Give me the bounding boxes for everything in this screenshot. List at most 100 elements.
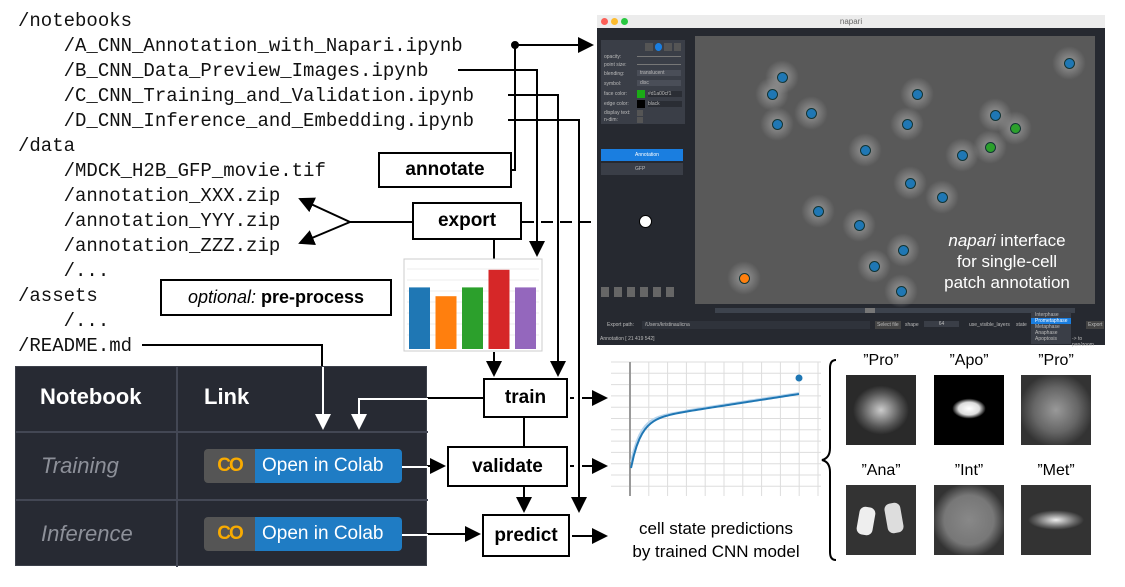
annotation-point[interactable] bbox=[772, 119, 783, 130]
training-curve-chart bbox=[611, 361, 821, 496]
annotation-point[interactable] bbox=[896, 286, 907, 297]
validate-label: validate bbox=[472, 455, 543, 477]
annotation-point[interactable] bbox=[767, 89, 778, 100]
bar bbox=[435, 296, 457, 349]
prediction-caption: cell state predictions by trained CNN mod… bbox=[605, 517, 827, 563]
preprocess-label: pre-process bbox=[261, 287, 365, 307]
edge-color-swatch[interactable] bbox=[637, 100, 645, 108]
face-color-input[interactable]: #d1a00cf1 bbox=[648, 91, 682, 97]
cell-patch-image bbox=[846, 375, 916, 445]
grid-icon[interactable] bbox=[653, 287, 661, 297]
annotation-point[interactable] bbox=[860, 145, 871, 156]
cell-patch-image bbox=[1021, 485, 1091, 555]
prediction-line2: by trained CNN model bbox=[632, 542, 800, 561]
layer-name: GFP bbox=[635, 166, 646, 172]
n-dim-checkbox[interactable] bbox=[637, 117, 643, 123]
annotation-point[interactable] bbox=[806, 108, 817, 119]
prediction-label: ”Met” bbox=[1037, 462, 1075, 479]
select-file-button[interactable]: Select file bbox=[875, 321, 901, 329]
console-icon[interactable] bbox=[601, 287, 609, 297]
state-dropdown[interactable]: Interphase Prometaphase Metaphase Anaphase A… bbox=[1031, 312, 1071, 344]
annotation-point[interactable] bbox=[813, 206, 824, 217]
caption-napari: napari bbox=[948, 231, 996, 250]
annotation-point[interactable] bbox=[1010, 123, 1021, 134]
export-path-input[interactable]: /Users/kristinaulicna bbox=[642, 321, 870, 329]
layer-annotation[interactable]: Annotation bbox=[601, 149, 683, 161]
layer-gfp[interactable]: GFP bbox=[601, 163, 683, 175]
annotation-point[interactable] bbox=[902, 119, 913, 130]
annotation-point[interactable] bbox=[1064, 58, 1075, 69]
shape-label: shape bbox=[905, 322, 919, 328]
roll-icon[interactable] bbox=[627, 287, 635, 297]
ndisplay-icon[interactable] bbox=[614, 287, 622, 297]
add-point-icon[interactable] bbox=[654, 43, 662, 51]
bar bbox=[515, 287, 536, 349]
opacity-label: opacity: bbox=[604, 54, 622, 60]
cell-patch-image bbox=[1021, 375, 1091, 445]
annotation-point[interactable] bbox=[905, 178, 916, 189]
preview-bar-chart bbox=[403, 258, 543, 352]
status-hint: -> to pan/zoom bbox=[1072, 336, 1094, 348]
final-point bbox=[795, 374, 803, 382]
symbol-label: symbol: bbox=[604, 81, 622, 87]
annotation-point[interactable] bbox=[985, 142, 996, 153]
annotation-point[interactable] bbox=[957, 150, 968, 161]
prediction-label: ”Apo” bbox=[949, 352, 989, 369]
annotation-point[interactable] bbox=[898, 245, 909, 256]
cell-patch-image bbox=[934, 485, 1004, 555]
face-color-swatch[interactable] bbox=[637, 90, 645, 98]
transpose-icon[interactable] bbox=[640, 287, 648, 297]
display-text-label: display text: bbox=[604, 110, 631, 116]
state-option[interactable]: Apoptosis bbox=[1031, 336, 1071, 342]
frame-slider[interactable] bbox=[715, 308, 1075, 313]
annotation-point[interactable] bbox=[854, 220, 865, 231]
export-label: export bbox=[437, 210, 497, 231]
edge-color-input[interactable]: black bbox=[648, 101, 682, 107]
export-step: export bbox=[412, 202, 522, 240]
n-dim-label: n-dim: bbox=[604, 117, 618, 123]
zoom-button[interactable] bbox=[621, 18, 628, 25]
caption-interface: interface bbox=[995, 231, 1066, 250]
caption-line3: patch annotation bbox=[944, 273, 1070, 292]
blending-label: blending: bbox=[604, 71, 625, 77]
close-button[interactable] bbox=[601, 18, 608, 25]
export-button[interactable]: Export bbox=[1086, 321, 1105, 329]
predict-step: predict bbox=[482, 514, 570, 557]
status-bar: Annotation [ 21 419 542] bbox=[600, 336, 655, 342]
symbol-select[interactable]: disc bbox=[637, 80, 681, 86]
train-label: train bbox=[504, 387, 547, 408]
window-title: napari bbox=[839, 17, 863, 26]
opacity-slider[interactable] bbox=[637, 56, 681, 57]
annotation-point[interactable] bbox=[937, 192, 948, 203]
title-bar: napari bbox=[597, 15, 1105, 28]
point-size-slider[interactable] bbox=[637, 64, 681, 65]
point-size-label: point size: bbox=[604, 62, 627, 68]
select-icon[interactable] bbox=[664, 43, 672, 51]
bar bbox=[488, 269, 510, 349]
use-visible-layers-checkbox[interactable]: use_visible_layers bbox=[969, 322, 1010, 328]
annotate-label: annotate bbox=[405, 159, 485, 180]
prediction-line1: cell state predictions bbox=[638, 519, 794, 538]
blending-select[interactable]: translucent bbox=[637, 70, 681, 76]
state-label: state bbox=[1016, 322, 1027, 328]
prediction-label: ”Pro” bbox=[1038, 352, 1074, 369]
annotation-point[interactable] bbox=[912, 89, 923, 100]
display-text-checkbox[interactable] bbox=[637, 110, 643, 116]
layer-controls: opacity: point size: blending: transluce… bbox=[601, 40, 685, 124]
edge-color-label: edge color: bbox=[604, 101, 629, 107]
delete-point-icon[interactable] bbox=[645, 43, 653, 51]
prediction-label: ”Ana” bbox=[861, 462, 901, 479]
annotation-point[interactable] bbox=[869, 261, 880, 272]
pan-zoom-icon[interactable] bbox=[673, 43, 681, 51]
bar bbox=[462, 287, 483, 349]
layer-name: Annotation bbox=[635, 152, 659, 158]
export-connector-dot bbox=[639, 215, 652, 228]
export-path-label: Export path: bbox=[607, 322, 634, 328]
minimize-button[interactable] bbox=[611, 18, 618, 25]
prediction-label: ”Int” bbox=[954, 462, 984, 479]
annotation-point[interactable] bbox=[739, 273, 750, 284]
napari-caption: napari interface for single-cell patch a… bbox=[918, 230, 1096, 293]
shape-spinbox[interactable]: 64 bbox=[924, 321, 959, 327]
validate-step: validate bbox=[447, 446, 568, 487]
home-icon[interactable] bbox=[666, 287, 674, 297]
